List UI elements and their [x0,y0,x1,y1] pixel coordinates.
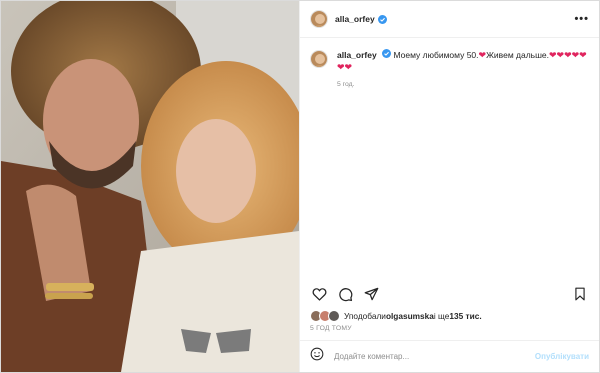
comment-icon[interactable] [336,285,354,303]
share-icon[interactable] [362,285,380,303]
caption-text2: Живем дальше. [486,50,550,60]
comment-bar: Опублікувати [300,340,599,372]
header-username[interactable]: alla_orfey [335,14,375,24]
post-photo-image [1,1,299,372]
liker-avatar [328,310,340,322]
post-photo[interactable] [1,1,299,372]
post-sidebar: alla_orfey ••• alla_orfey Моему любимому… [299,1,599,372]
post-caption: alla_orfey Моему любимому 50.❤Живем даль… [310,49,589,91]
caption-text: Моему любимому 50. [393,50,479,60]
emoji-icon[interactable] [310,347,324,366]
avatar-image [311,11,327,27]
avatar-image [311,51,327,67]
likes-suffix: і ще [433,311,450,321]
post-actions [310,285,589,303]
caption-username[interactable]: alla_orfey [337,50,377,60]
publish-button[interactable]: Опублікувати [535,352,589,361]
verified-icon [377,14,387,24]
likes-count[interactable]: 135 тис. [449,311,481,321]
avatar[interactable] [310,10,328,28]
caption-hearts-line2: ❤❤ [337,61,353,72]
caption-hearts-line1: ❤❤❤❤❤ [549,50,587,60]
liker-avatars [310,310,340,322]
post-header: alla_orfey ••• [300,1,599,38]
verified-icon [382,49,392,58]
caption-time: 5 год. [337,81,355,88]
comment-input[interactable] [332,351,535,362]
heart-icon[interactable] [310,285,328,303]
caption-body: alla_orfey Моему любимому 50.❤Живем даль… [337,49,587,91]
heart-emoji: ❤ [478,50,487,60]
caption-avatar[interactable] [310,50,328,68]
bookmark-icon[interactable] [571,285,589,303]
likes-row: Уподобали olgasumska і ще 135 тис. [310,310,589,322]
more-icon[interactable]: ••• [574,13,589,25]
likes-prefix: Уподобали [344,311,386,321]
instagram-post: alla_orfey ••• alla_orfey Моему любимому… [0,0,600,373]
post-time: 5 ГОД ТОМУ [310,325,352,332]
likes-user[interactable]: olgasumska [386,311,434,321]
